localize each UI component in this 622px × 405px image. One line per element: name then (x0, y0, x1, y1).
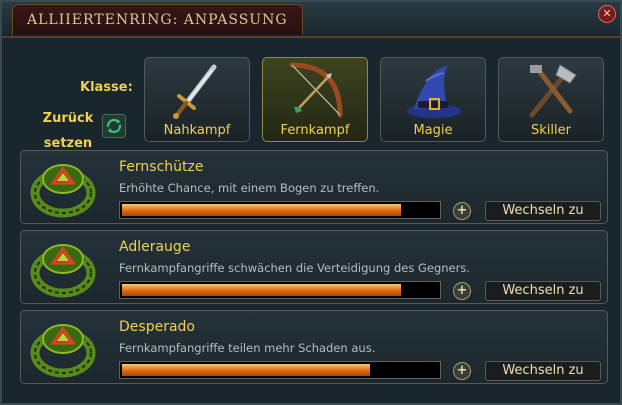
class-label-nahkampf: Nahkampf (163, 123, 231, 138)
window-title: ALLIIERTENRING: ANPASSUNG (27, 12, 288, 28)
progress-bar-fill (122, 364, 371, 376)
reset-button[interactable] (102, 114, 126, 138)
progress-bar (119, 361, 441, 379)
progress-bar-fill (122, 204, 402, 216)
perk-name: Desperado (119, 319, 195, 335)
class-tile-skiller[interactable]: Skiller (498, 57, 604, 142)
perk-row-adlerauge: Adlerauge Fernkampfangriffe schwächen di… (20, 230, 608, 304)
add-icon[interactable]: + (453, 282, 471, 300)
reset-label: Zurück setzen (34, 106, 102, 156)
perk-row-desperado: Desperado Fernkampfangriffe teilen mehr … (20, 310, 608, 384)
reset-icon (106, 118, 122, 134)
perk-row-fernschuetze: Fernschütze Erhöhte Chance, mit einem Bo… (20, 150, 608, 224)
ring-icon (30, 244, 96, 298)
progress-bar (119, 201, 441, 219)
perk-name: Fernschütze (119, 159, 204, 175)
wizard-hat-icon (407, 65, 461, 118)
class-label-magie: Magie (413, 123, 453, 138)
ring-icon (30, 324, 96, 378)
switch-button[interactable]: Wechseln zu (485, 201, 601, 221)
perk-description: Erhöhte Chance, mit einem Bogen zu treff… (119, 181, 380, 195)
perk-description: Fernkampfangriffe schwächen die Verteidi… (119, 261, 470, 275)
tools-icon (529, 64, 577, 118)
class-tile-nahkampf[interactable]: Nahkampf (144, 57, 250, 142)
title-tab: ALLIIERTENRING: ANPASSUNG (12, 4, 303, 35)
switch-button[interactable]: Wechseln zu (485, 361, 601, 381)
add-icon[interactable]: + (453, 202, 471, 220)
class-tile-magie[interactable]: Magie (380, 57, 486, 142)
close-icon[interactable]: ✕ (598, 5, 616, 23)
bow-icon (289, 62, 343, 118)
progress-bar-fill (122, 284, 402, 296)
class-label: Klasse: (80, 80, 133, 95)
perk-name: Adlerauge (119, 239, 191, 255)
class-label-fernkampf: Fernkampf (280, 123, 350, 138)
class-tile-fernkampf[interactable]: Fernkampf (262, 57, 368, 142)
switch-button[interactable]: Wechseln zu (485, 281, 601, 301)
progress-bar (119, 281, 441, 299)
reset-label-line1: Zurück (42, 111, 94, 126)
perk-description: Fernkampfangriffe teilen mehr Schaden au… (119, 341, 376, 355)
class-label-skiller: Skiller (531, 123, 571, 138)
add-icon[interactable]: + (453, 362, 471, 380)
sword-icon (173, 64, 217, 119)
title-bar: ALLIIERTENRING: ANPASSUNG ✕ (2, 2, 620, 38)
ring-icon (30, 164, 96, 218)
customization-window: ALLIIERTENRING: ANPASSUNG ✕ Klasse: Zurü… (0, 0, 622, 405)
